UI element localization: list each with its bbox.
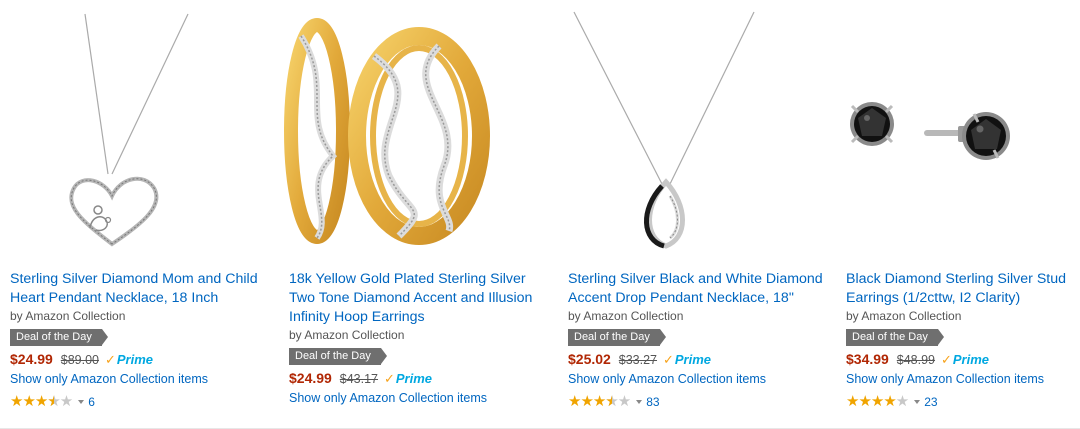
product-card: Sterling Silver Black and White Diamond … bbox=[558, 0, 828, 429]
list-price: $43.17 bbox=[339, 372, 379, 386]
prime-check-icon: ✓ bbox=[104, 352, 116, 367]
show-only-brand-link[interactable]: Show only Amazon Collection items bbox=[568, 371, 834, 388]
prime-logo: ✓Prime bbox=[105, 350, 153, 370]
product-byline: by Amazon Collection bbox=[289, 328, 405, 342]
prime-check-icon: ✓ bbox=[662, 352, 674, 367]
prime-logo: ✓Prime bbox=[384, 369, 432, 389]
product-title-link[interactable]: Sterling Silver Black and White Diamond … bbox=[568, 270, 834, 308]
list-price: $89.00 bbox=[60, 353, 100, 367]
product-card: 18k Yellow Gold Plated Sterling Silver T… bbox=[279, 0, 549, 429]
chevron-down-icon[interactable] bbox=[914, 399, 921, 404]
product-grid: Sterling Silver Diamond Mom and Child He… bbox=[0, 0, 1080, 429]
prime-logo: ✓Prime bbox=[941, 350, 989, 370]
review-count-link[interactable]: 83 bbox=[646, 395, 659, 409]
sale-price[interactable]: $24.99 bbox=[289, 370, 332, 386]
product-info: Black Diamond Sterling Silver Stud Earri… bbox=[846, 270, 1080, 409]
product-image[interactable] bbox=[279, 6, 549, 252]
rating-row: ★★★★★ 23 bbox=[846, 393, 1080, 409]
black-stud-earrings-icon bbox=[850, 102, 1010, 160]
show-only-brand-link[interactable]: Show only Amazon Collection items bbox=[846, 371, 1080, 388]
show-only-brand-link[interactable]: Show only Amazon Collection items bbox=[289, 390, 547, 407]
price-row: $24.99 $89.00 ✓Prime bbox=[10, 349, 270, 369]
prime-logo: ✓Prime bbox=[663, 350, 711, 370]
product-info: 18k Yellow Gold Plated Sterling Silver T… bbox=[289, 270, 547, 407]
product-card: Black Diamond Sterling Silver Stud Earri… bbox=[836, 0, 1080, 429]
list-price: $33.27 bbox=[618, 353, 658, 367]
product-card: Sterling Silver Diamond Mom and Child He… bbox=[0, 0, 270, 429]
rating-row: ★★★★★★ 83 bbox=[568, 393, 834, 409]
prime-check-icon: ✓ bbox=[383, 371, 395, 386]
heart-pendant-necklace-icon bbox=[69, 13, 189, 247]
product-title-link[interactable]: Black Diamond Sterling Silver Stud Earri… bbox=[846, 270, 1080, 308]
product-image[interactable] bbox=[836, 6, 1080, 252]
product-info: Sterling Silver Black and White Diamond … bbox=[568, 270, 834, 409]
deal-of-the-day-badge: Deal of the Day bbox=[846, 329, 944, 346]
product-title-link[interactable]: Sterling Silver Diamond Mom and Child He… bbox=[10, 270, 270, 308]
drop-pendant-necklace-icon bbox=[573, 11, 755, 249]
prime-label: Prime bbox=[674, 352, 712, 367]
prime-check-icon: ✓ bbox=[940, 352, 952, 367]
prime-label: Prime bbox=[952, 352, 990, 367]
product-byline: by Amazon Collection bbox=[10, 309, 126, 323]
product-byline: by Amazon Collection bbox=[568, 309, 684, 323]
show-only-brand-link[interactable]: Show only Amazon Collection items bbox=[10, 371, 270, 388]
list-price: $48.99 bbox=[896, 353, 936, 367]
star-rating-icon[interactable]: ★★★★★ bbox=[846, 393, 909, 410]
product-title-link[interactable]: 18k Yellow Gold Plated Sterling Silver T… bbox=[289, 270, 547, 327]
star-rating-icon[interactable]: ★★★★★★ bbox=[568, 393, 631, 410]
chevron-down-icon[interactable] bbox=[636, 399, 643, 404]
deal-of-the-day-badge: Deal of the Day bbox=[568, 329, 666, 346]
review-count-link[interactable]: 6 bbox=[88, 395, 95, 409]
gold-hoop-earrings-icon bbox=[284, 18, 490, 245]
rating-row: ★★★★★★ 6 bbox=[10, 393, 270, 409]
price-row: $24.99 $43.17 ✓Prime bbox=[289, 368, 547, 388]
sale-price[interactable]: $25.02 bbox=[568, 351, 611, 367]
sale-price[interactable]: $24.99 bbox=[10, 351, 53, 367]
sale-price[interactable]: $34.99 bbox=[846, 351, 889, 367]
product-image[interactable] bbox=[0, 6, 270, 252]
prime-label: Prime bbox=[116, 352, 154, 367]
chevron-down-icon[interactable] bbox=[78, 399, 85, 404]
prime-label: Prime bbox=[395, 371, 433, 386]
product-info: Sterling Silver Diamond Mom and Child He… bbox=[10, 270, 270, 409]
product-byline: by Amazon Collection bbox=[846, 309, 962, 323]
price-row: $34.99 $48.99 ✓Prime bbox=[846, 349, 1080, 369]
price-row: $25.02 $33.27 ✓Prime bbox=[568, 349, 834, 369]
review-count-link[interactable]: 23 bbox=[924, 395, 937, 409]
deal-of-the-day-badge: Deal of the Day bbox=[10, 329, 108, 346]
star-rating-icon[interactable]: ★★★★★★ bbox=[10, 393, 73, 410]
product-image[interactable] bbox=[558, 6, 828, 252]
deal-of-the-day-badge: Deal of the Day bbox=[289, 348, 387, 365]
